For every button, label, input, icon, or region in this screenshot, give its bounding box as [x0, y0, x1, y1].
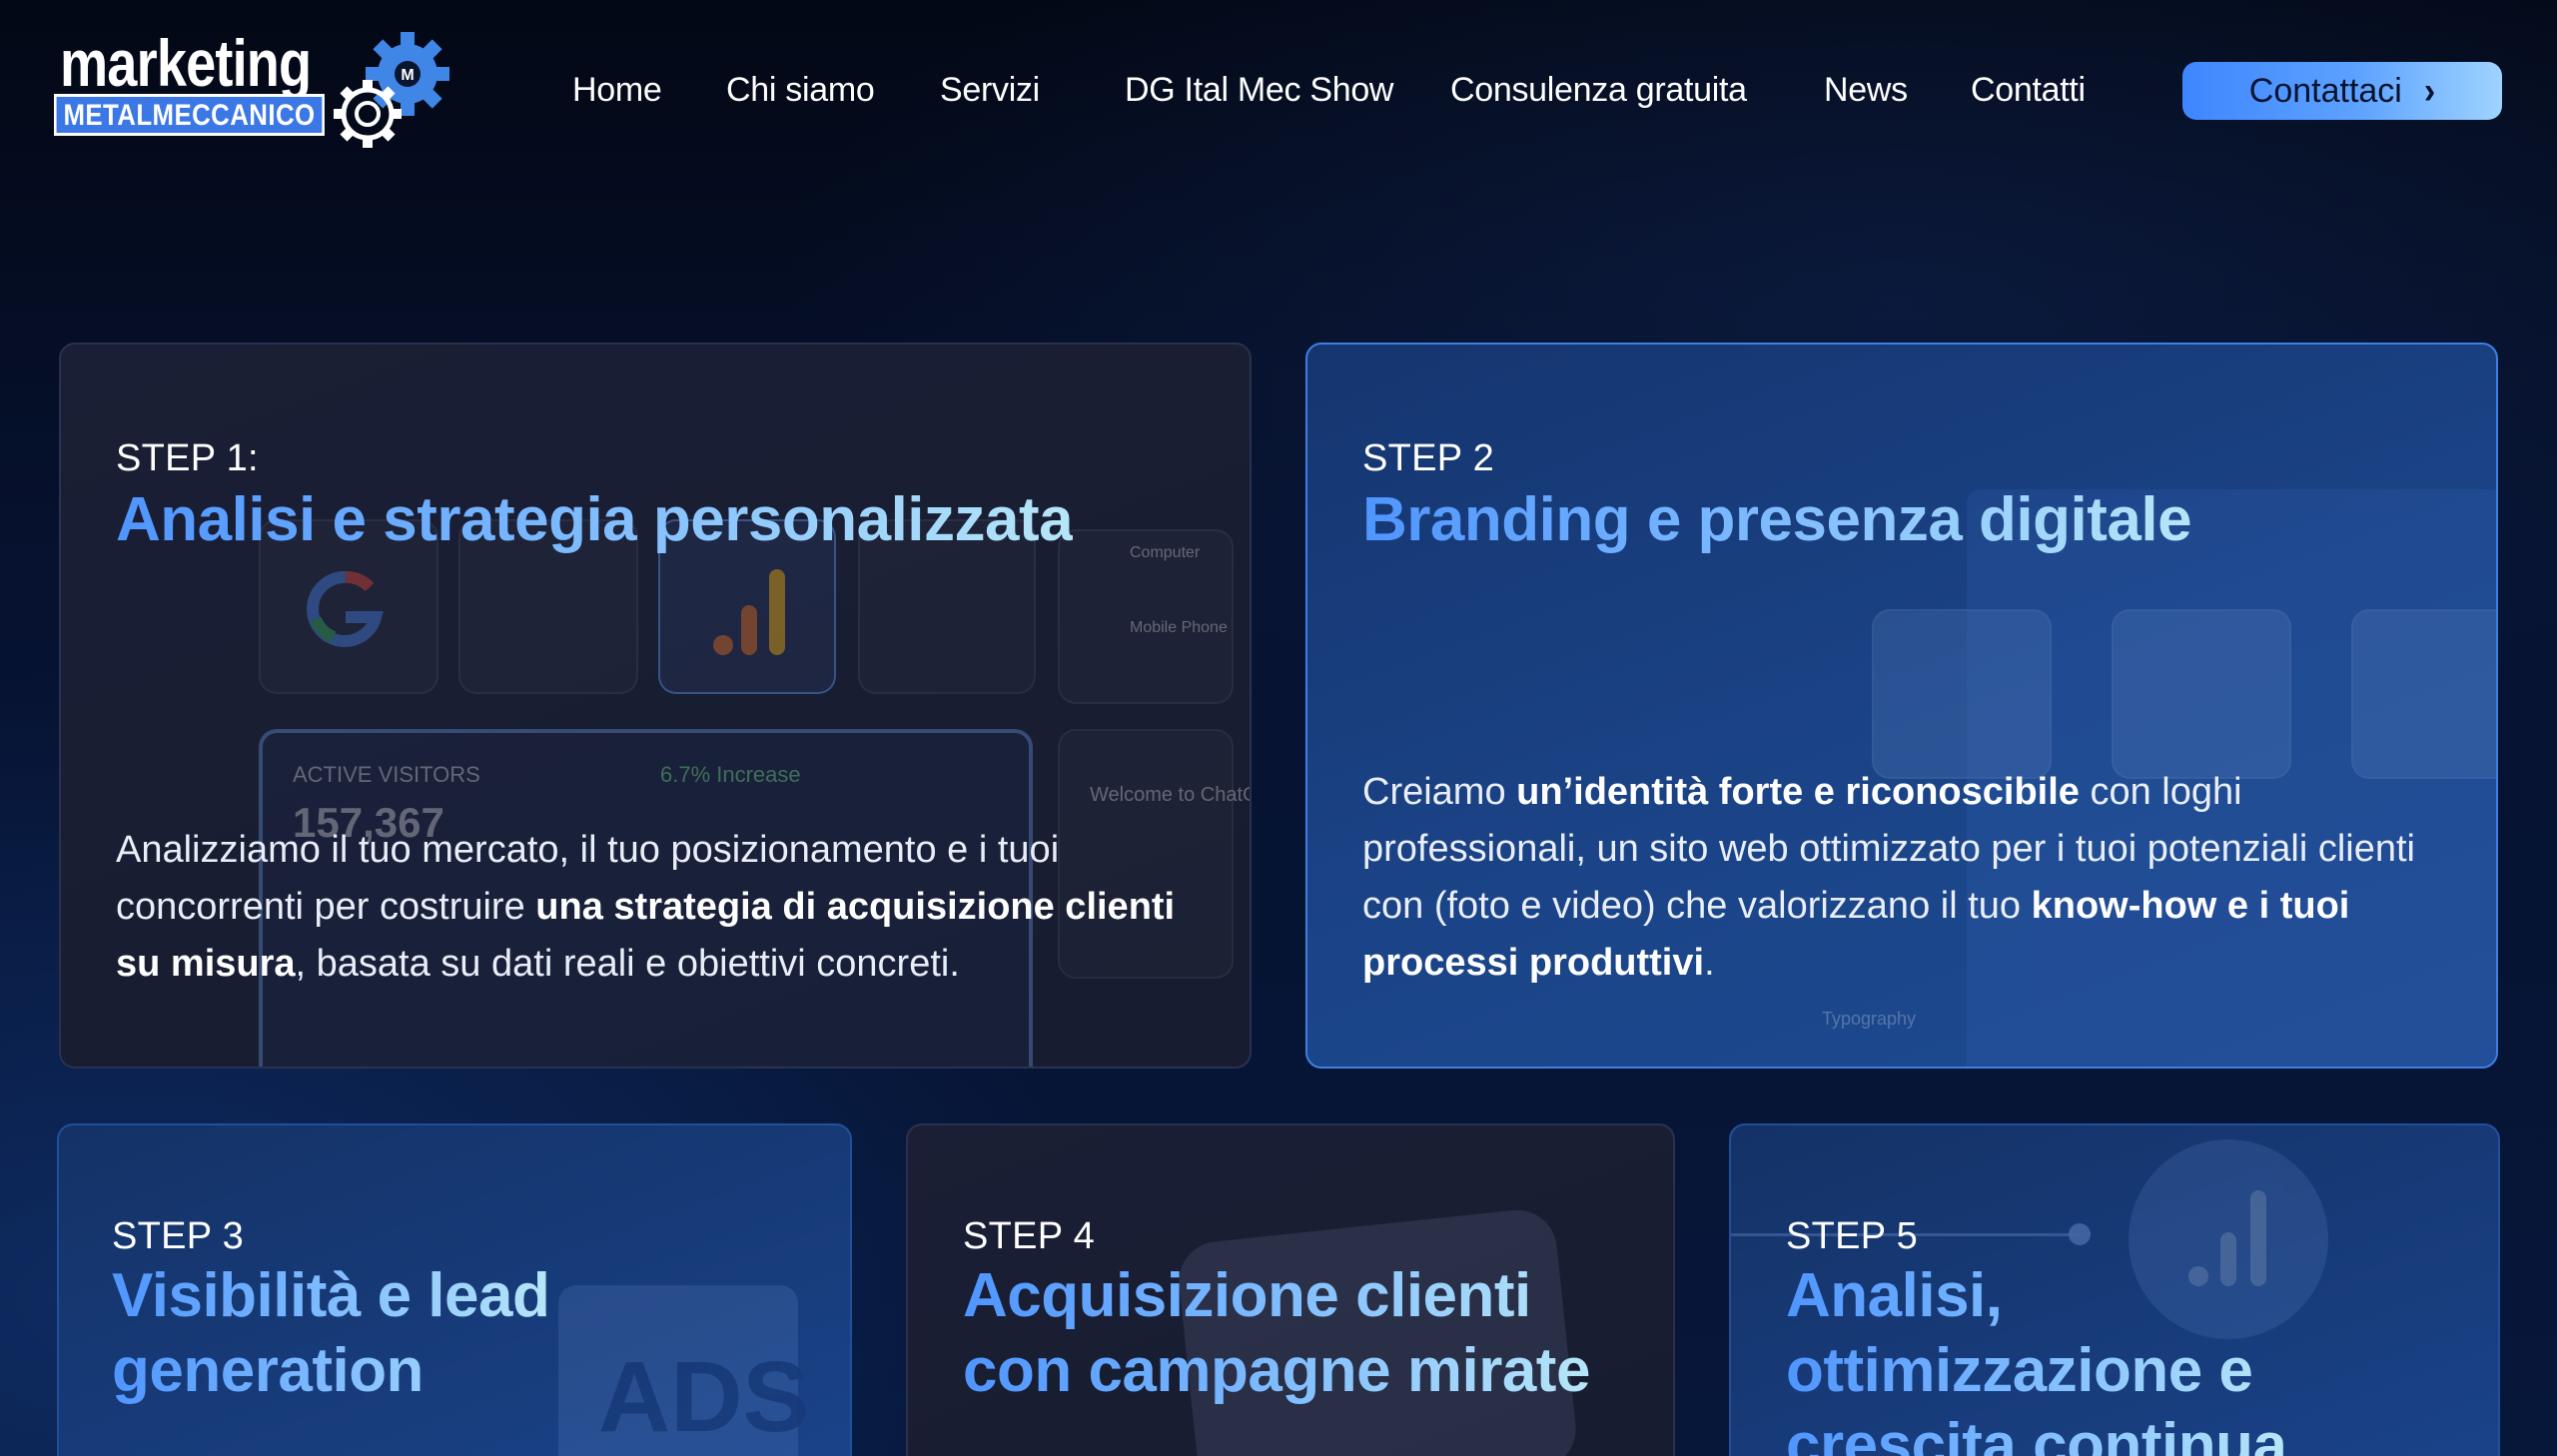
- step-4-title: Acquisizione clienti con campagne mirate: [963, 1258, 1590, 1408]
- site-header: marketing METALMECCANICO M Home Chi siam…: [0, 0, 2557, 180]
- step-3-card: ADS STEP 3 Visibilità e lead generation: [57, 1123, 852, 1456]
- welcome-text: Welcome to ChatGPT: [1090, 784, 1250, 806]
- logo-wordmark: marketing: [60, 26, 312, 100]
- desc-text: Creiamo: [1362, 771, 1517, 813]
- nav-home[interactable]: Home: [572, 71, 662, 110]
- step-5-label: STEP 5: [1786, 1215, 1919, 1257]
- step-2-card: Typography STEP 2 Branding e presenza di…: [1305, 343, 2498, 1069]
- step-2-description: Creiamo un’identità forte e riconoscibil…: [1362, 764, 2471, 992]
- nav-dg-ital-mec-show[interactable]: DG Ital Mec Show: [1125, 71, 1393, 110]
- desc-text: .: [1704, 942, 1715, 984]
- step-5-title: Analisi, ottimizzazione e crescita conti…: [1786, 1258, 2286, 1456]
- desc-bold-text: un’identità forte e riconoscibile: [1516, 771, 2080, 813]
- increase-text: 6.7% Increase: [660, 762, 801, 787]
- step-1-title: Analisi e strategia personalizzata: [116, 482, 1073, 557]
- brand-logo[interactable]: marketing METALMECCANICO M: [52, 30, 461, 155]
- step-5-title-line: crescita continua: [1786, 1411, 2287, 1456]
- contattaci-button[interactable]: Contattaci ›: [2182, 62, 2502, 120]
- contattaci-label: Contattaci: [2248, 71, 2402, 110]
- step-5-card: STEP 5 Analisi, ottimizzazione e crescit…: [1729, 1123, 2500, 1456]
- chevron-right-icon: ›: [2423, 69, 2436, 112]
- nav-news[interactable]: News: [1824, 71, 1908, 110]
- desc-text: , basata su dati reali e obiettivi concr…: [295, 943, 960, 985]
- active-visitors-text: ACTIVE VISITORS: [293, 762, 480, 787]
- step-1-label: STEP 1:: [116, 437, 259, 479]
- step-3-title-line: generation: [112, 1336, 424, 1405]
- step-5-title-line: ottimizzazione e: [1786, 1336, 2253, 1405]
- step-2-label: STEP 2: [1362, 437, 1495, 479]
- logo-tagline: METALMECCANICO: [54, 94, 325, 136]
- typography-text: Typography: [1822, 1009, 1917, 1029]
- nav-chi-siamo[interactable]: Chi siamo: [726, 71, 875, 110]
- gears-icon: M: [334, 32, 449, 148]
- step-4-title-line: Acquisizione clienti: [963, 1261, 1531, 1330]
- google-icon: [307, 570, 384, 647]
- svg-text:M: M: [401, 67, 414, 84]
- step-4-title-line: con campagne mirate: [963, 1336, 1590, 1405]
- ads-illustration: ADS: [558, 1285, 850, 1456]
- device-computer-text: Computer: [1130, 544, 1201, 561]
- step-4-label: STEP 4: [963, 1215, 1096, 1257]
- step-1-title-line: Analisi e strategia personalizzata: [116, 485, 1074, 554]
- step-5-title-line: Analisi,: [1786, 1261, 2003, 1330]
- step-2-title: Branding e presenza digitale: [1362, 482, 2191, 557]
- step-1-card: Computer Mobile Phone ACTIVE VISITORS 6.…: [59, 343, 1252, 1069]
- step-3-title: Visibilità e lead generation: [112, 1258, 549, 1408]
- step-3-title-line: Visibilità e lead: [112, 1261, 550, 1330]
- step-1-description: Analizziamo il tuo mercato, il tuo posiz…: [116, 822, 1215, 993]
- nav-servizi[interactable]: Servizi: [940, 71, 1040, 110]
- nav-contatti[interactable]: Contatti: [1971, 71, 2086, 110]
- step-4-card: STEP 4 Acquisizione clienti con campagne…: [906, 1123, 1675, 1456]
- step-3-label: STEP 3: [112, 1215, 245, 1257]
- step-2-title-line: Branding e presenza digitale: [1362, 485, 2192, 554]
- nav-consulenza-gratuita[interactable]: Consulenza gratuita: [1450, 71, 1747, 110]
- ads-text: ADS: [598, 1341, 810, 1453]
- analytics-bars-icon: [713, 569, 785, 655]
- device-mobile-text: Mobile Phone: [1130, 619, 1228, 636]
